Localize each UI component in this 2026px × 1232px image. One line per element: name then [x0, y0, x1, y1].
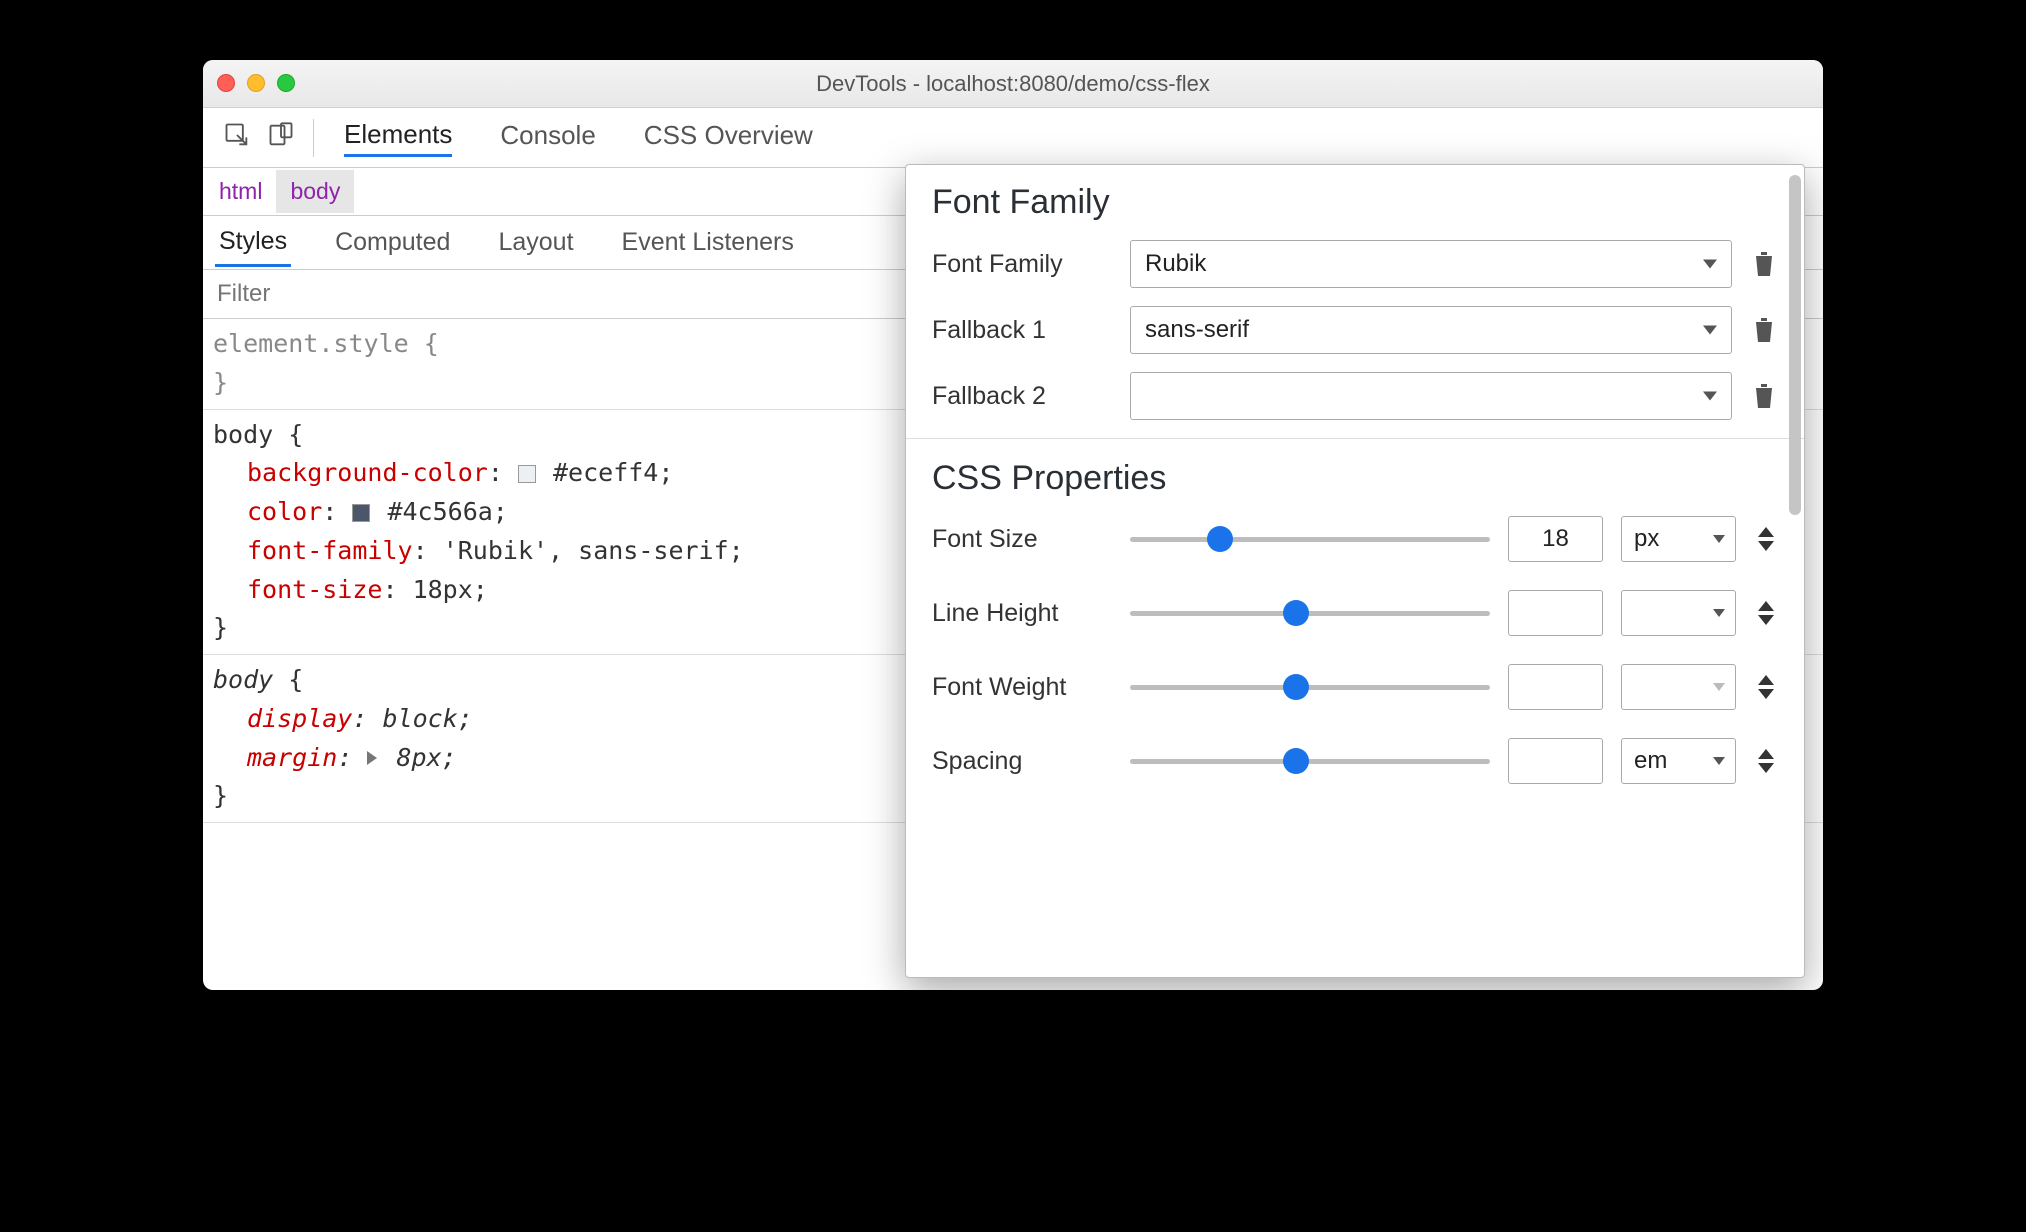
inspect-element-icon[interactable] — [223, 121, 251, 154]
tab-css-overview[interactable]: CSS Overview — [644, 120, 813, 155]
stepper-up-icon[interactable] — [1758, 675, 1774, 685]
stepper-up-icon[interactable] — [1758, 527, 1774, 537]
breadcrumb-html[interactable]: html — [205, 170, 276, 213]
delete-fallback-2-button[interactable] — [1750, 382, 1778, 410]
font-family-label: Font Family — [932, 250, 1112, 279]
color-swatch-icon[interactable] — [352, 504, 370, 522]
spacing-row: Spacing em — [932, 738, 1778, 784]
line-height-row: Line Height — [932, 590, 1778, 636]
delete-fallback-1-button[interactable] — [1750, 316, 1778, 344]
window-close-button[interactable] — [217, 74, 235, 92]
fallback-2-row: Fallback 2 — [932, 372, 1778, 420]
fallback-1-label: Fallback 1 — [932, 316, 1112, 345]
line-height-stepper[interactable] — [1754, 601, 1778, 625]
font-weight-row: Font Weight — [932, 664, 1778, 710]
divider — [906, 438, 1804, 439]
font-weight-label: Font Weight — [932, 673, 1112, 702]
fallback-2-select[interactable] — [1130, 372, 1732, 420]
font-size-row: Font Size 18 px — [932, 516, 1778, 562]
fallback-1-select[interactable]: sans-serif — [1130, 306, 1732, 354]
font-editor-panel: Font Family Font Family Rubik Fallback 1… — [905, 164, 1805, 978]
chevron-down-icon — [1703, 392, 1717, 401]
spacing-slider[interactable] — [1130, 749, 1490, 773]
toggle-device-toolbar-icon[interactable] — [267, 121, 295, 154]
window-zoom-button[interactable] — [277, 74, 295, 92]
font-family-heading: Font Family — [932, 183, 1778, 222]
subtab-layout[interactable]: Layout — [494, 220, 577, 265]
titlebar: DevTools - localhost:8080/demo/css-flex — [203, 60, 1823, 108]
spacing-stepper[interactable] — [1754, 749, 1778, 773]
window-minimize-button[interactable] — [247, 74, 265, 92]
delete-font-family-button[interactable] — [1750, 250, 1778, 278]
font-family-row: Font Family Rubik — [932, 240, 1778, 288]
chevron-down-icon — [1713, 683, 1725, 691]
font-size-stepper[interactable] — [1754, 527, 1778, 551]
fallback-1-row: Fallback 1 sans-serif — [932, 306, 1778, 354]
line-height-unit-select[interactable] — [1621, 590, 1736, 636]
subtab-event-listeners[interactable]: Event Listeners — [618, 220, 798, 265]
stepper-up-icon[interactable] — [1758, 601, 1774, 611]
font-weight-unit-select[interactable] — [1621, 664, 1736, 710]
expand-shorthand-icon[interactable] — [367, 751, 377, 765]
font-family-select[interactable]: Rubik — [1130, 240, 1732, 288]
chevron-down-icon — [1713, 757, 1725, 765]
window-title: DevTools - localhost:8080/demo/css-flex — [203, 71, 1823, 97]
color-swatch-icon[interactable] — [518, 465, 536, 483]
stepper-down-icon[interactable] — [1758, 615, 1774, 625]
breadcrumb-body[interactable]: body — [276, 170, 354, 213]
font-weight-stepper[interactable] — [1754, 675, 1778, 699]
stepper-up-icon[interactable] — [1758, 749, 1774, 759]
font-size-unit-select[interactable]: px — [1621, 516, 1736, 562]
tab-elements[interactable]: Elements — [344, 119, 452, 157]
fallback-2-label: Fallback 2 — [932, 382, 1112, 411]
stepper-down-icon[interactable] — [1758, 763, 1774, 773]
line-height-value-input[interactable] — [1508, 590, 1603, 636]
spacing-label: Spacing — [932, 747, 1112, 776]
font-size-slider[interactable] — [1130, 527, 1490, 551]
selector: body — [213, 420, 273, 449]
selector: body — [213, 665, 273, 694]
chevron-down-icon — [1703, 326, 1717, 335]
chevron-down-icon — [1703, 260, 1717, 269]
subtab-styles[interactable]: Styles — [215, 219, 291, 267]
stepper-down-icon[interactable] — [1758, 689, 1774, 699]
subtab-computed[interactable]: Computed — [331, 220, 454, 265]
main-toolbar: Elements Console CSS Overview — [203, 108, 1823, 168]
font-size-label: Font Size — [932, 525, 1112, 554]
chevron-down-icon — [1713, 609, 1725, 617]
font-size-value-input[interactable]: 18 — [1508, 516, 1603, 562]
selector: element.style — [213, 329, 409, 358]
spacing-unit-select[interactable]: em — [1621, 738, 1736, 784]
css-properties-heading: CSS Properties — [932, 459, 1778, 498]
line-height-label: Line Height — [932, 599, 1112, 628]
stepper-down-icon[interactable] — [1758, 541, 1774, 551]
line-height-slider[interactable] — [1130, 601, 1490, 625]
font-weight-slider[interactable] — [1130, 675, 1490, 699]
tab-console[interactable]: Console — [500, 120, 595, 155]
chevron-down-icon — [1713, 535, 1725, 543]
devtools-window: DevTools - localhost:8080/demo/css-flex … — [203, 60, 1823, 990]
spacing-value-input[interactable] — [1508, 738, 1603, 784]
font-weight-value-input[interactable] — [1508, 664, 1603, 710]
traffic-lights — [217, 74, 295, 92]
